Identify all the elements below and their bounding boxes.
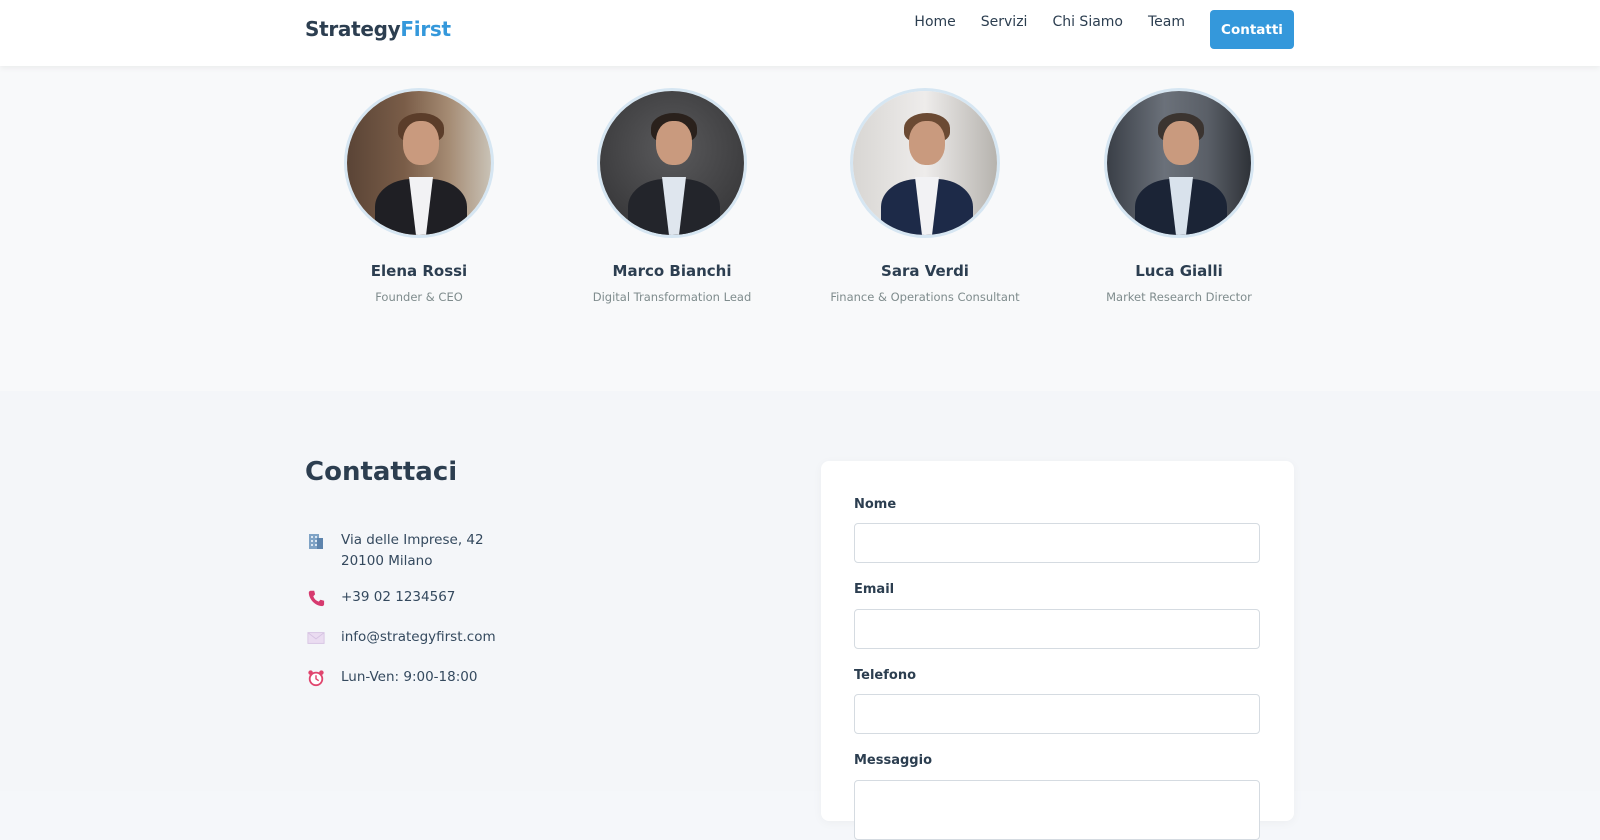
phone-icon <box>305 587 327 609</box>
logo-part-1: Strategy <box>305 17 401 41</box>
avatar <box>597 88 747 238</box>
messaggio-label: Messaggio <box>854 753 932 768</box>
hours-text: Lun-Ven: 9:00-18:00 <box>341 669 478 685</box>
team-member-card: Marco Bianchi Digital Transformation Lea… <box>562 88 782 304</box>
avatar <box>850 88 1000 238</box>
phone-row: +39 02 1234567 <box>305 587 455 609</box>
nav-links: Home Servizi Chi Siamo Team Contatti <box>914 10 1294 49</box>
address-line-1: Via delle Imprese, 42 <box>341 532 484 548</box>
avatar <box>1104 88 1254 238</box>
member-role: Digital Transformation Lead <box>592 290 752 304</box>
member-name: Marco Bianchi <box>612 262 732 280</box>
navbar-inner: StrategyFirst Home Servizi Chi Siamo Tea… <box>305 0 1294 66</box>
avatar <box>344 88 494 238</box>
team-section: Elena Rossi Founder & CEO Marco Bianchi … <box>0 66 1600 391</box>
contact-form: Nome Email Telefono Messaggio <box>821 461 1294 840</box>
telefono-label: Telefono <box>854 668 917 683</box>
nome-input[interactable] <box>854 523 1260 563</box>
alarm-clock-icon <box>305 667 327 689</box>
nav-link-servizi[interactable]: Servizi <box>981 14 1028 30</box>
messaggio-textarea[interactable] <box>854 780 1260 840</box>
member-role: Finance & Operations Consultant <box>830 290 1020 304</box>
logo[interactable]: StrategyFirst <box>305 17 451 41</box>
address-row: Via delle Imprese, 42 20100 Milano <box>305 530 484 572</box>
member-name: Luca Gialli <box>1135 262 1223 280</box>
nome-label: Nome <box>854 497 897 512</box>
nav-link-chi-siamo[interactable]: Chi Siamo <box>1052 14 1123 30</box>
team-member-card: Elena Rossi Founder & CEO <box>309 88 529 304</box>
email-label: Email <box>854 582 895 597</box>
navbar: StrategyFirst Home Servizi Chi Siamo Tea… <box>0 0 1600 66</box>
logo-part-2: First <box>400 17 451 41</box>
member-name: Sara Verdi <box>881 262 969 280</box>
nav-link-home[interactable]: Home <box>914 14 955 30</box>
team-member-card: Luca Gialli Market Research Director <box>1069 88 1289 304</box>
hours-row: Lun-Ven: 9:00-18:00 <box>305 667 477 689</box>
member-role: Market Research Director <box>1106 290 1252 304</box>
member-name: Elena Rossi <box>370 262 468 280</box>
member-role: Founder & CEO <box>375 290 463 304</box>
telefono-input[interactable] <box>854 694 1260 734</box>
nav-link-team[interactable]: Team <box>1148 14 1185 30</box>
envelope-icon <box>305 627 327 649</box>
contatti-button[interactable]: Contatti <box>1210 10 1294 49</box>
address-line-2: 20100 Milano <box>341 553 433 569</box>
contact-section: Contattaci Via delle Imprese, 42 20100 M… <box>0 391 1600 840</box>
email-input[interactable] <box>854 609 1260 649</box>
team-member-card: Sara Verdi Finance & Operations Consulta… <box>815 88 1035 304</box>
phone-text: +39 02 1234567 <box>341 589 456 605</box>
contact-title: Contattaci <box>305 457 458 487</box>
building-icon <box>305 530 327 552</box>
email-text[interactable]: info@strategyfirst.com <box>341 627 496 648</box>
email-row: info@strategyfirst.com <box>305 627 496 649</box>
